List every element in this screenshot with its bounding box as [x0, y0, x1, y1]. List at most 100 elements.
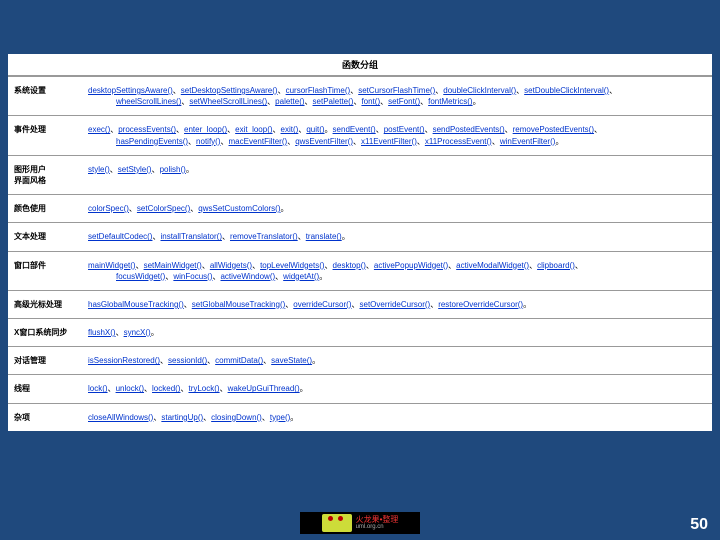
category-cell: 杂项 — [8, 403, 78, 431]
content-panel: 函数分组 系统设置desktopSettingsAware()、setDeskt… — [8, 54, 712, 431]
function-link[interactable]: flushX() — [88, 328, 116, 337]
function-link[interactable]: style() — [88, 165, 110, 174]
category-cell: 系统设置 — [8, 77, 78, 116]
function-link[interactable]: syncX() — [124, 328, 151, 337]
function-link[interactable]: setColorSpec() — [137, 204, 190, 213]
function-link[interactable]: setDoubleClickInterval() — [524, 86, 609, 95]
function-link[interactable]: tryLock() — [188, 384, 219, 393]
function-link[interactable]: palette() — [275, 97, 304, 106]
function-link[interactable]: macEventFilter() — [229, 137, 288, 146]
function-link[interactable]: wakeUpGuiThread() — [228, 384, 300, 393]
function-link[interactable]: exec() — [88, 125, 110, 134]
function-link[interactable]: fontMetrics() — [428, 97, 472, 106]
function-link[interactable]: setStyle() — [118, 165, 152, 174]
category-cell: 颜色使用 — [8, 195, 78, 223]
separator: 、 — [380, 97, 388, 106]
function-link[interactable]: x11ProcessEvent() — [425, 137, 492, 146]
separator: 、 — [350, 86, 358, 95]
function-link[interactable]: setGlobalMouseTracking() — [192, 300, 286, 309]
function-link[interactable]: setWheelScrollLines() — [189, 97, 267, 106]
function-link[interactable]: polish() — [160, 165, 186, 174]
function-link[interactable]: setPalette() — [313, 97, 354, 106]
function-link[interactable]: hasPendingEvents() — [116, 137, 188, 146]
page-number: 50 — [690, 516, 708, 534]
separator: 、 — [160, 356, 168, 365]
function-link[interactable]: isSessionRestored() — [88, 356, 160, 365]
function-link[interactable]: removeTranslator() — [230, 232, 298, 241]
function-link[interactable]: installTranslator() — [160, 232, 222, 241]
function-link[interactable]: winFocus() — [173, 272, 212, 281]
function-link[interactable]: desktop() — [333, 261, 366, 270]
table-row: 图形用户界面风格style()、setStyle()、polish()。 — [8, 155, 712, 194]
function-link[interactable]: type() — [270, 413, 290, 422]
function-link[interactable]: colorSpec() — [88, 204, 129, 213]
function-link[interactable]: notify() — [196, 137, 220, 146]
function-link[interactable]: doubleClickInterval() — [443, 86, 516, 95]
function-link[interactable]: exit() — [281, 125, 299, 134]
function-link[interactable]: activeModalWidget() — [456, 261, 529, 270]
functions-cell: isSessionRestored()、sessionId()、commitDa… — [78, 347, 712, 375]
function-link[interactable]: topLevelWidgets() — [260, 261, 324, 270]
table-row: 线程lock()、unlock()、locked()、tryLock()、wak… — [8, 375, 712, 403]
function-link[interactable]: hasGlobalMouseTracking() — [88, 300, 184, 309]
function-link[interactable]: widgetAt() — [283, 272, 319, 281]
table-row: 系统设置 desktopSettingsAware() 、 setDesktopSet… — [8, 77, 712, 116]
fruit-icon — [322, 514, 352, 532]
separator: 、 — [505, 125, 513, 134]
separator: 、 — [287, 137, 295, 146]
function-link[interactable]: setDesktopSettingsAware() — [181, 86, 278, 95]
function-link[interactable]: font() — [361, 97, 380, 106]
function-link[interactable]: setCursorFlashTime() — [358, 86, 435, 95]
separator: 。 — [342, 232, 350, 241]
function-link[interactable]: startingUp() — [161, 413, 203, 422]
separator: 、 — [108, 384, 116, 393]
separator: 、 — [420, 97, 428, 106]
function-link[interactable]: enter_loop() — [184, 125, 227, 134]
functions-cell: exec()、processEvents()、enter_loop()、exit… — [78, 116, 712, 155]
function-link[interactable]: removePostedEvents() — [513, 125, 594, 134]
function-link[interactable]: exit_loop() — [235, 125, 272, 134]
function-link[interactable]: wheelScrollLines() — [116, 97, 181, 106]
function-link[interactable]: overrideCursor() — [293, 300, 351, 309]
separator: 、 — [376, 125, 384, 134]
table-row: X窗口系统同步flushX()、syncX()。 — [8, 319, 712, 347]
function-link[interactable]: locked() — [152, 384, 180, 393]
separator: 、 — [366, 261, 374, 270]
function-link[interactable]: restoreOverrideCursor() — [438, 300, 523, 309]
function-link[interactable]: allWidgets() — [210, 261, 252, 270]
function-link[interactable]: activeWindow() — [220, 272, 275, 281]
function-link[interactable]: mainWidget() — [88, 261, 136, 270]
function-link[interactable]: translate() — [306, 232, 342, 241]
function-link[interactable]: closeAllWindows() — [88, 413, 153, 422]
function-link[interactable]: qwsSetCustomColors() — [198, 204, 280, 213]
function-link[interactable]: setDefaultCodec() — [88, 232, 152, 241]
function-link[interactable]: saveState() — [271, 356, 312, 365]
function-link[interactable]: setFont() — [388, 97, 420, 106]
function-link[interactable]: closingDown() — [211, 413, 262, 422]
function-link[interactable]: sessionId() — [168, 356, 207, 365]
separator: 、 — [188, 137, 196, 146]
function-link[interactable]: setOverrideCursor() — [360, 300, 431, 309]
function-link[interactable]: activePopupWidget() — [374, 261, 448, 270]
category-cell: 图形用户界面风格 — [8, 155, 78, 194]
function-link[interactable]: sendPostedEvents() — [433, 125, 505, 134]
function-link[interactable]: winEventFilter() — [500, 137, 556, 146]
function-link[interactable]: lock() — [88, 384, 108, 393]
function-link[interactable]: qwsEventFilter() — [295, 137, 353, 146]
function-link[interactable]: quit() — [306, 125, 324, 134]
function-link[interactable]: commitData() — [215, 356, 263, 365]
function-link[interactable]: processEvents() — [118, 125, 176, 134]
function-link[interactable]: cursorFlashTime() — [286, 86, 351, 95]
separator: 、 — [207, 356, 215, 365]
function-link[interactable]: x11EventFilter() — [361, 137, 417, 146]
function-link[interactable]: unlock() — [116, 384, 144, 393]
function-link[interactable]: clipboard() — [537, 261, 575, 270]
function-link[interactable]: setMainWidget() — [144, 261, 202, 270]
footer: 火龙果•整理 uml.org.cn 50 — [8, 512, 712, 534]
function-link[interactable]: desktopSettingsAware() — [88, 86, 173, 95]
function-link[interactable]: sendEvent() — [333, 125, 376, 134]
function-link[interactable]: postEvent() — [384, 125, 425, 134]
separator: 、 — [267, 97, 275, 106]
function-link[interactable]: focusWidget() — [116, 272, 165, 281]
separator: 、 — [227, 125, 235, 134]
